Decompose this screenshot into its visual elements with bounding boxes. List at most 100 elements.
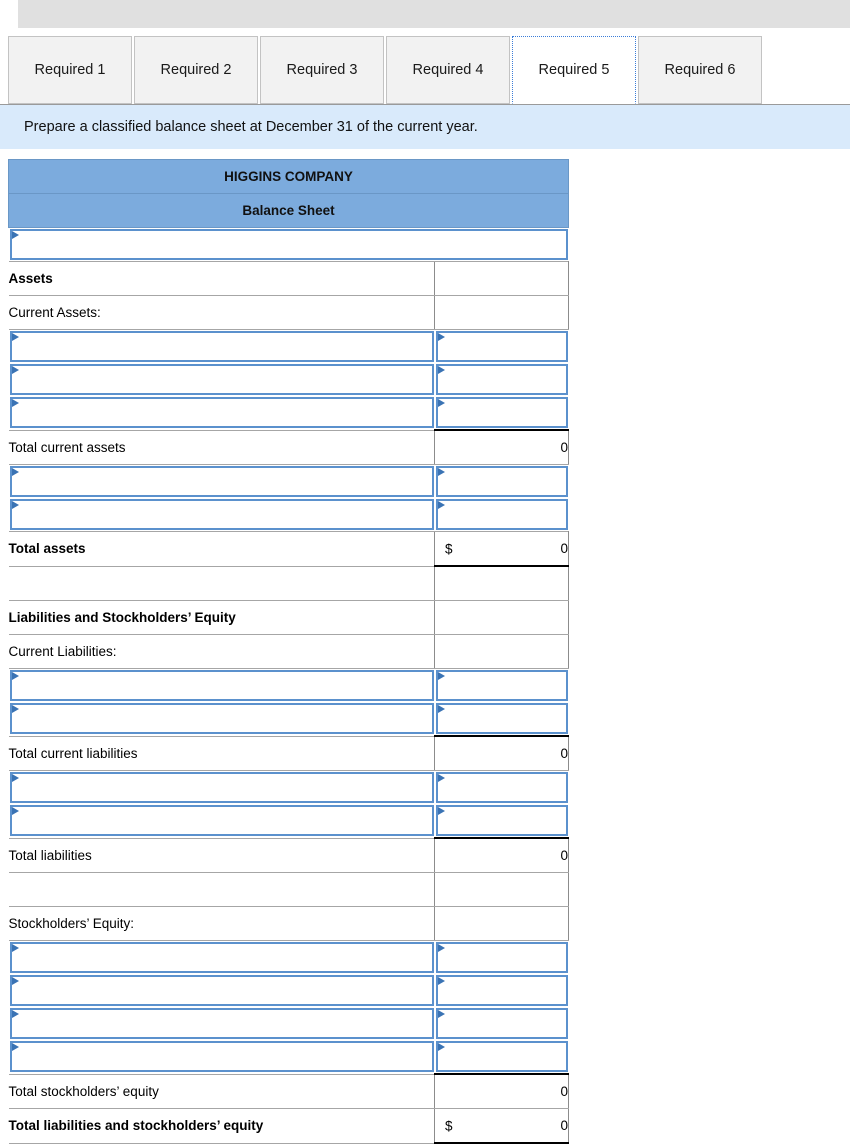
longterm-liability-2-label-cell[interactable] (9, 804, 435, 838)
stockholders-equity-heading-value (433, 906, 570, 941)
current-asset-2-label-cell[interactable] (9, 363, 435, 396)
total-assets-currency: $ (445, 541, 453, 556)
table-row-noncurrent-asset-2 (9, 498, 569, 532)
longterm-liability-1-amount-input[interactable] (435, 772, 568, 803)
tab-required-3[interactable]: Required 3 (260, 36, 384, 104)
table-row-company: HIGGINS COMPANY (7, 159, 570, 194)
tab-required-4[interactable]: Required 4 (386, 36, 510, 104)
current-liability-2-dropdown-input[interactable] (9, 703, 434, 735)
current-asset-3-label-cell[interactable] (9, 396, 435, 430)
noncurrent-asset-2-amount-cell[interactable] (435, 498, 569, 532)
table-row-date-input (9, 228, 569, 262)
current-asset-2-amount-input[interactable] (435, 364, 568, 395)
noncurrent-asset-1-label-cell[interactable] (9, 465, 435, 499)
spacer-1-value (433, 565, 570, 601)
longterm-liability-2-dropdown-input[interactable] (9, 805, 434, 837)
longterm-liability-1-label-cell[interactable] (9, 771, 435, 805)
current-asset-1-label-cell[interactable] (9, 330, 435, 364)
equity-4-label-cell[interactable] (9, 1040, 435, 1074)
table-row-current-asset-3 (9, 396, 569, 430)
assets-heading-value (433, 261, 570, 296)
equity-1-amount-input[interactable] (435, 942, 568, 973)
total-stockholders-equity-label: Total stockholders’ equity (8, 1073, 435, 1109)
equity-4-amount-input[interactable] (435, 1041, 568, 1072)
table-row-current-assets-heading: Current Assets: (8, 295, 570, 330)
balance-sheet-table: HIGGINS COMPANY Balance Sheet Assets Cur… (7, 159, 570, 1144)
current-asset-1-amount-cell[interactable] (435, 330, 569, 364)
current-assets-heading-value (433, 295, 570, 330)
current-liability-1-amount-input[interactable] (435, 670, 568, 701)
noncurrent-asset-2-label-cell[interactable] (9, 498, 435, 532)
current-asset-3-amount-input[interactable] (435, 397, 568, 428)
total-liabilities-and-equity-label: Total liabilities and stockholders’ equi… (8, 1108, 435, 1144)
table-row-total-liabilities-and-equity: Total liabilities and stockholders’ equi… (8, 1108, 570, 1144)
total-current-assets-label: Total current assets (8, 429, 435, 465)
spacer-2-label (8, 872, 435, 907)
table-row-longterm-liability-2 (9, 804, 569, 838)
current-liability-2-amount-input[interactable] (435, 703, 568, 734)
equity-2-amount-cell[interactable] (435, 974, 569, 1007)
longterm-liability-2-amount-cell[interactable] (435, 804, 569, 838)
current-asset-2-amount-cell[interactable] (435, 363, 569, 396)
current-liability-1-label-cell[interactable] (9, 669, 435, 703)
current-asset-1-dropdown-input[interactable] (9, 331, 434, 362)
tab-required-2[interactable]: Required 2 (134, 36, 258, 104)
noncurrent-asset-1-amount-input[interactable] (435, 466, 568, 497)
instruction-banner: Prepare a classified balance sheet at De… (0, 105, 850, 149)
table-row-total-current-assets: Total current assets 0 (8, 429, 570, 465)
spacer-2-value (433, 872, 570, 907)
table-row-total-liabilities: Total liabilities 0 (8, 837, 570, 873)
current-liability-1-amount-cell[interactable] (435, 669, 569, 703)
current-liability-2-label-cell[interactable] (9, 702, 435, 736)
longterm-liability-1-amount-cell[interactable] (435, 771, 569, 805)
noncurrent-asset-1-dropdown-input[interactable] (9, 466, 434, 497)
table-row-total-assets: Total assets $ 0 (8, 531, 570, 567)
table-row-current-liability-2 (9, 702, 569, 736)
tab-strip: Required 1 Required 2 Required 3 Require… (0, 36, 850, 105)
total-current-assets-value: 0 (433, 429, 570, 465)
equity-2-amount-input[interactable] (435, 975, 568, 1006)
current-liability-1-dropdown-input[interactable] (9, 670, 434, 701)
table-row-statement: Balance Sheet (7, 193, 570, 228)
total-assets-value: $ 0 (433, 531, 570, 567)
total-stockholders-equity-value: 0 (433, 1073, 570, 1109)
equity-1-dropdown-input[interactable] (9, 942, 434, 973)
total-liabilities-label: Total liabilities (8, 837, 435, 873)
date-dropdown-input[interactable] (9, 229, 568, 260)
total-liabilities-and-equity-currency: $ (445, 1118, 453, 1133)
table-row-current-asset-2 (9, 363, 569, 396)
longterm-liability-2-amount-input[interactable] (435, 805, 568, 836)
equity-4-dropdown-input[interactable] (9, 1041, 434, 1073)
stockholders-equity-heading: Stockholders’ Equity: (8, 906, 435, 941)
equity-1-amount-cell[interactable] (435, 941, 569, 975)
noncurrent-asset-1-amount-cell[interactable] (435, 465, 569, 499)
noncurrent-asset-2-dropdown-input[interactable] (9, 499, 434, 530)
total-current-liabilities-label: Total current liabilities (8, 735, 435, 771)
current-asset-3-amount-cell[interactable] (435, 396, 569, 430)
table-row-total-stockholders-equity: Total stockholders’ equity 0 (8, 1073, 570, 1109)
liabilities-equity-heading: Liabilities and Stockholders’ Equity (8, 600, 435, 635)
equity-1-label-cell[interactable] (9, 941, 435, 975)
current-asset-1-amount-input[interactable] (435, 331, 568, 362)
current-liabilities-heading-value (433, 634, 570, 669)
tab-required-5[interactable]: Required 5 (512, 36, 636, 104)
total-liabilities-and-equity-value: $ 0 (433, 1108, 570, 1144)
noncurrent-asset-2-amount-input[interactable] (435, 499, 568, 530)
table-row-longterm-liability-1 (9, 771, 569, 805)
tab-required-6[interactable]: Required 6 (638, 36, 762, 104)
equity-2-dropdown-input[interactable] (9, 975, 434, 1006)
current-assets-heading: Current Assets: (8, 295, 435, 330)
longterm-liability-1-dropdown-input[interactable] (9, 772, 434, 803)
equity-2-label-cell[interactable] (9, 974, 435, 1007)
tab-required-1[interactable]: Required 1 (8, 36, 132, 104)
window-top-bar: · · · · · · (18, 0, 850, 28)
current-liability-2-amount-cell[interactable] (435, 702, 569, 736)
table-row-spacer-1 (8, 565, 570, 601)
total-assets-amount: 0 (560, 541, 569, 556)
date-input-cell[interactable] (9, 228, 569, 262)
current-asset-3-dropdown-input[interactable] (9, 397, 434, 429)
table-row-total-current-liabilities: Total current liabilities 0 (8, 735, 570, 771)
current-asset-2-dropdown-input[interactable] (9, 364, 434, 395)
table-row-assets-heading: Assets (8, 261, 570, 296)
equity-4-amount-cell[interactable] (435, 1040, 569, 1074)
